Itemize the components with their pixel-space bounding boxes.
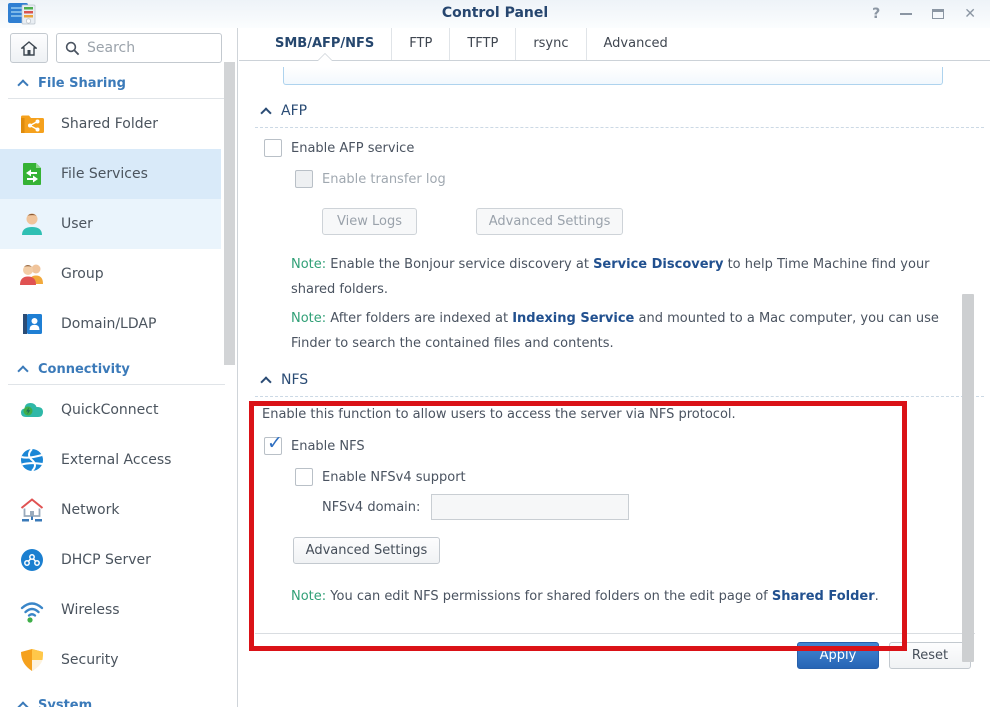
wireless-icon bbox=[18, 596, 46, 624]
partially-visible-input[interactable] bbox=[283, 67, 943, 85]
view-logs-button[interactable]: View Logs bbox=[322, 208, 417, 235]
divider bbox=[255, 127, 984, 128]
sidebar-section-connectivity[interactable]: Connectivity bbox=[19, 361, 237, 377]
enable-nfs-row: ✓ Enable NFS bbox=[264, 437, 990, 455]
afp-note-1: Note: Enable the Bonjour service discove… bbox=[291, 252, 963, 302]
enable-nfs-label: Enable NFS bbox=[291, 439, 365, 454]
tab-rsync[interactable]: rsync bbox=[515, 28, 585, 60]
collapse-chevron-icon bbox=[260, 376, 271, 387]
chevron-up-icon bbox=[17, 365, 28, 376]
nfs-description: Enable this function to allow users to a… bbox=[262, 407, 990, 425]
nfsv4-domain-label: NFSv4 domain: bbox=[322, 500, 420, 515]
sidebar-section-file-sharing[interactable]: File Sharing bbox=[19, 75, 237, 91]
shared-folder-icon bbox=[18, 110, 46, 138]
search-icon bbox=[65, 41, 80, 56]
tab-advanced[interactable]: Advanced bbox=[586, 28, 685, 60]
quickconnect-icon bbox=[18, 396, 46, 424]
close-icon[interactable]: ✕ bbox=[964, 7, 976, 21]
home-button[interactable] bbox=[10, 33, 48, 63]
nfsv4-support-row: Enable NFSv4 support bbox=[295, 468, 990, 486]
nfs-advanced-settings-button[interactable]: Advanced Settings bbox=[293, 537, 440, 564]
transfer-log-row: Enable transfer log bbox=[295, 170, 990, 188]
sidebar-item-label: Wireless bbox=[61, 602, 120, 618]
apply-button[interactable]: Apply bbox=[797, 642, 879, 669]
sidebar-item-user[interactable]: User bbox=[0, 199, 221, 249]
external-access-icon bbox=[18, 446, 46, 474]
nfsv4-support-label: Enable NFSv4 support bbox=[322, 470, 466, 485]
sidebar-scrollbar[interactable] bbox=[224, 62, 235, 365]
sidebar-item-group[interactable]: Group bbox=[0, 249, 221, 299]
afp-advanced-settings-button[interactable]: Advanced Settings bbox=[476, 208, 623, 235]
nfs-section-header[interactable]: NFS bbox=[262, 371, 990, 388]
enable-afp-label: Enable AFP service bbox=[291, 141, 414, 156]
search-box[interactable] bbox=[56, 33, 222, 63]
security-shield-icon bbox=[18, 646, 46, 674]
sidebar-item-file-services[interactable]: File Services bbox=[0, 149, 221, 199]
tab-bar: SMB/AFP/NFS FTP TFTP rsync Advanced bbox=[239, 28, 990, 61]
search-input[interactable] bbox=[87, 40, 197, 56]
transfer-log-checkbox[interactable] bbox=[295, 170, 313, 188]
chevron-up-icon bbox=[17, 79, 28, 90]
user-icon bbox=[18, 210, 46, 238]
nfsv4-domain-row: NFSv4 domain: bbox=[322, 494, 990, 520]
home-icon bbox=[21, 41, 37, 56]
sidebar-item-external-access[interactable]: External Access bbox=[0, 435, 221, 485]
sidebar-item-wireless[interactable]: Wireless bbox=[0, 585, 221, 635]
sidebar-item-shared-folder[interactable]: Shared Folder bbox=[0, 99, 221, 149]
nfsv4-support-checkbox[interactable] bbox=[295, 468, 313, 486]
enable-nfs-checkbox[interactable]: ✓ bbox=[264, 437, 282, 455]
transfer-log-label: Enable transfer log bbox=[322, 172, 446, 187]
content-scrollbar[interactable] bbox=[962, 294, 974, 662]
sidebar-item-quickconnect[interactable]: QuickConnect bbox=[0, 385, 221, 435]
group-icon bbox=[18, 260, 46, 288]
sidebar-item-label: External Access bbox=[61, 452, 171, 468]
main-content: SMB/AFP/NFS FTP TFTP rsync Advanced AFP … bbox=[239, 28, 990, 707]
sidebar: File Sharing Shared Folder File Services bbox=[0, 28, 238, 707]
tab-ftp[interactable]: FTP bbox=[391, 28, 449, 60]
sidebar-section-system[interactable]: System bbox=[19, 697, 237, 707]
chevron-up-icon bbox=[17, 701, 28, 707]
sidebar-item-label: QuickConnect bbox=[61, 402, 158, 418]
sidebar-item-label: Security bbox=[61, 652, 119, 668]
file-services-icon bbox=[18, 160, 46, 188]
sidebar-item-dhcp-server[interactable]: DHCP Server bbox=[0, 535, 221, 585]
shared-folder-link[interactable]: Shared Folder bbox=[772, 589, 875, 604]
window-title: Control Panel bbox=[0, 5, 990, 21]
sidebar-item-label: User bbox=[61, 216, 93, 232]
service-discovery-link[interactable]: Service Discovery bbox=[593, 257, 723, 272]
maximize-icon[interactable] bbox=[932, 9, 944, 19]
sidebar-item-domain-ldap[interactable]: Domain/LDAP bbox=[0, 299, 221, 349]
collapse-chevron-icon bbox=[260, 107, 271, 118]
sidebar-item-label: Group bbox=[61, 266, 104, 282]
nfs-section-title: NFS bbox=[281, 372, 308, 388]
indexing-service-link[interactable]: Indexing Service bbox=[512, 311, 634, 326]
help-icon[interactable]: ? bbox=[872, 7, 880, 21]
window-titlebar: Control Panel ? ✕ bbox=[0, 0, 990, 28]
tab-smb-afp-nfs[interactable]: SMB/AFP/NFS bbox=[258, 28, 391, 60]
afp-note-2: Note: After folders are indexed at Index… bbox=[291, 306, 963, 356]
sidebar-item-label: Shared Folder bbox=[61, 116, 158, 132]
divider bbox=[255, 396, 984, 397]
enable-afp-row: Enable AFP service bbox=[264, 139, 990, 157]
network-icon bbox=[18, 496, 46, 524]
afp-section-header[interactable]: AFP bbox=[262, 102, 990, 119]
footer-buttons: Apply Reset bbox=[239, 642, 971, 669]
divider bbox=[255, 633, 975, 634]
enable-afp-checkbox[interactable] bbox=[264, 139, 282, 157]
nfsv4-domain-input[interactable] bbox=[431, 494, 629, 520]
sidebar-item-label: File Services bbox=[61, 166, 148, 182]
domain-ldap-icon bbox=[18, 310, 46, 338]
sidebar-item-label: Domain/LDAP bbox=[61, 316, 156, 332]
dhcp-server-icon bbox=[18, 546, 46, 574]
sidebar-item-security[interactable]: Security bbox=[0, 635, 221, 685]
sidebar-item-label: Network bbox=[61, 502, 119, 518]
minimize-icon[interactable] bbox=[900, 13, 912, 15]
tab-tftp[interactable]: TFTP bbox=[449, 28, 515, 60]
sidebar-item-network[interactable]: Network bbox=[0, 485, 221, 535]
checkmark-icon: ✓ bbox=[267, 432, 283, 454]
afp-section-title: AFP bbox=[281, 103, 307, 119]
sidebar-item-label: DHCP Server bbox=[61, 552, 151, 568]
reset-button[interactable]: Reset bbox=[889, 642, 971, 669]
nfs-note: Note: You can edit NFS permissions for s… bbox=[291, 584, 963, 609]
